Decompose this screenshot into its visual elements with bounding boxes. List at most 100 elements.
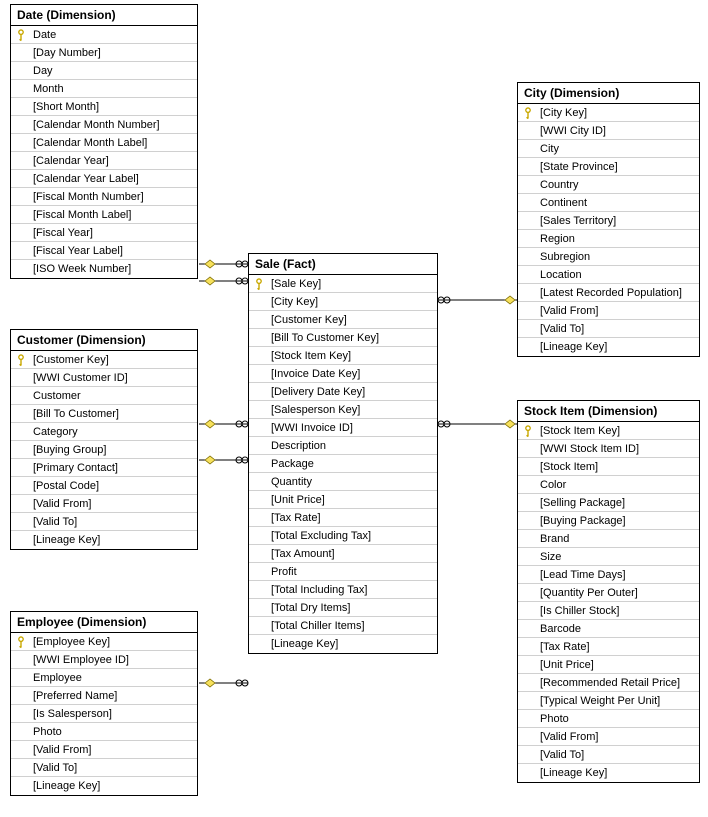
column-row[interactable]: Region — [518, 230, 699, 248]
column-row[interactable]: [WWI Stock Item ID] — [518, 440, 699, 458]
column-row[interactable]: [Calendar Year Label] — [11, 170, 197, 188]
column-row[interactable]: [Is Chiller Stock] — [518, 602, 699, 620]
column-row[interactable]: Date — [11, 26, 197, 44]
column-row[interactable]: [Sales Territory] — [518, 212, 699, 230]
column-row[interactable]: Country — [518, 176, 699, 194]
column-row[interactable]: [Stock Item Key] — [249, 347, 437, 365]
column-row[interactable]: Color — [518, 476, 699, 494]
column-row[interactable]: [Lineage Key] — [249, 635, 437, 653]
column-row[interactable]: [WWI Customer ID] — [11, 369, 197, 387]
column-row[interactable]: Employee — [11, 669, 197, 687]
column-row[interactable]: Description — [249, 437, 437, 455]
column-row[interactable]: [Is Salesperson] — [11, 705, 197, 723]
column-row[interactable]: Category — [11, 423, 197, 441]
column-row[interactable]: [WWI Invoice ID] — [249, 419, 437, 437]
column-row[interactable]: [Unit Price] — [518, 656, 699, 674]
column-row[interactable]: [Customer Key] — [249, 311, 437, 329]
column-row[interactable]: [Selling Package] — [518, 494, 699, 512]
column-row[interactable]: [Short Month] — [11, 98, 197, 116]
column-row[interactable]: [Lead Time Days] — [518, 566, 699, 584]
column-row[interactable]: Package — [249, 455, 437, 473]
column-row[interactable]: [Valid To] — [11, 759, 197, 777]
column-row[interactable]: [Valid From] — [518, 302, 699, 320]
column-row[interactable]: Photo — [11, 723, 197, 741]
column-row[interactable]: Continent — [518, 194, 699, 212]
column-row[interactable]: Quantity — [249, 473, 437, 491]
column-row[interactable]: [Tax Rate] — [518, 638, 699, 656]
column-row[interactable]: [WWI Employee ID] — [11, 651, 197, 669]
column-row[interactable]: [City Key] — [249, 293, 437, 311]
column-row[interactable]: [Buying Group] — [11, 441, 197, 459]
column-row[interactable]: [WWI City ID] — [518, 122, 699, 140]
column-row[interactable]: [Recommended Retail Price] — [518, 674, 699, 692]
column-row[interactable]: [Valid To] — [11, 513, 197, 531]
entity-date[interactable]: Date (Dimension) Date[Day Number]DayMont… — [10, 4, 198, 279]
entity-employee[interactable]: Employee (Dimension) [Employee Key][WWI … — [10, 611, 198, 796]
column-row[interactable]: [Tax Rate] — [249, 509, 437, 527]
column-row[interactable]: [Valid To] — [518, 746, 699, 764]
column-row[interactable]: [Typical Weight Per Unit] — [518, 692, 699, 710]
column-row[interactable]: [Lineage Key] — [518, 764, 699, 782]
column-row[interactable]: Month — [11, 80, 197, 98]
column-row[interactable]: [Valid To] — [518, 320, 699, 338]
key-indicator-cell — [249, 279, 269, 289]
column-row[interactable]: [Total Dry Items] — [249, 599, 437, 617]
column-row[interactable]: [Fiscal Month Label] — [11, 206, 197, 224]
column-row[interactable]: [Lineage Key] — [11, 531, 197, 549]
column-row[interactable]: [Total Including Tax] — [249, 581, 437, 599]
column-row[interactable]: [Tax Amount] — [249, 545, 437, 563]
column-row[interactable]: [Fiscal Year Label] — [11, 242, 197, 260]
column-row[interactable]: [Employee Key] — [11, 633, 197, 651]
column-row[interactable]: [Bill To Customer] — [11, 405, 197, 423]
column-row[interactable]: [Total Excluding Tax] — [249, 527, 437, 545]
column-row[interactable]: [Invoice Date Key] — [249, 365, 437, 383]
column-row[interactable]: [Calendar Month Label] — [11, 134, 197, 152]
column-row[interactable]: [Stock Item Key] — [518, 422, 699, 440]
column-row[interactable]: [ISO Week Number] — [11, 260, 197, 278]
column-row[interactable]: [Quantity Per Outer] — [518, 584, 699, 602]
entity-city[interactable]: City (Dimension) [City Key][WWI City ID]… — [517, 82, 700, 357]
column-row[interactable]: [Primary Contact] — [11, 459, 197, 477]
column-row[interactable]: [Fiscal Year] — [11, 224, 197, 242]
column-row[interactable]: [Lineage Key] — [11, 777, 197, 795]
column-row[interactable]: [State Province] — [518, 158, 699, 176]
column-row[interactable]: [Valid From] — [11, 495, 197, 513]
column-row[interactable]: [Postal Code] — [11, 477, 197, 495]
column-row[interactable]: Location — [518, 266, 699, 284]
entity-stockitem[interactable]: Stock Item (Dimension) [Stock Item Key][… — [517, 400, 700, 783]
column-row[interactable]: Profit — [249, 563, 437, 581]
column-row[interactable]: [Total Chiller Items] — [249, 617, 437, 635]
column-row[interactable]: Day — [11, 62, 197, 80]
column-row[interactable]: [Delivery Date Key] — [249, 383, 437, 401]
column-row[interactable]: [Valid From] — [518, 728, 699, 746]
column-label: [Postal Code] — [31, 479, 103, 493]
column-row[interactable]: [Fiscal Month Number] — [11, 188, 197, 206]
column-label: [Lineage Key] — [538, 340, 611, 354]
column-row[interactable]: [Salesperson Key] — [249, 401, 437, 419]
column-label: [Total Excluding Tax] — [269, 529, 375, 543]
column-row[interactable]: [Buying Package] — [518, 512, 699, 530]
column-row[interactable]: Size — [518, 548, 699, 566]
column-row[interactable]: [Calendar Year] — [11, 152, 197, 170]
column-row[interactable]: [Lineage Key] — [518, 338, 699, 356]
column-row[interactable]: Barcode — [518, 620, 699, 638]
column-row[interactable]: [Sale Key] — [249, 275, 437, 293]
column-label: [Calendar Month Label] — [31, 136, 151, 150]
column-row[interactable]: [Valid From] — [11, 741, 197, 759]
column-row[interactable]: [Calendar Month Number] — [11, 116, 197, 134]
entity-sale[interactable]: Sale (Fact) [Sale Key][City Key][Custome… — [248, 253, 438, 654]
column-row[interactable]: Photo — [518, 710, 699, 728]
column-row[interactable]: [Bill To Customer Key] — [249, 329, 437, 347]
column-row[interactable]: [Preferred Name] — [11, 687, 197, 705]
column-row[interactable]: [Unit Price] — [249, 491, 437, 509]
column-row[interactable]: Subregion — [518, 248, 699, 266]
entity-customer[interactable]: Customer (Dimension) [Customer Key][WWI … — [10, 329, 198, 550]
column-row[interactable]: [City Key] — [518, 104, 699, 122]
column-row[interactable]: [Latest Recorded Population] — [518, 284, 699, 302]
column-row[interactable]: [Day Number] — [11, 44, 197, 62]
column-row[interactable]: [Customer Key] — [11, 351, 197, 369]
column-row[interactable]: [Stock Item] — [518, 458, 699, 476]
column-row[interactable]: City — [518, 140, 699, 158]
column-row[interactable]: Brand — [518, 530, 699, 548]
column-row[interactable]: Customer — [11, 387, 197, 405]
